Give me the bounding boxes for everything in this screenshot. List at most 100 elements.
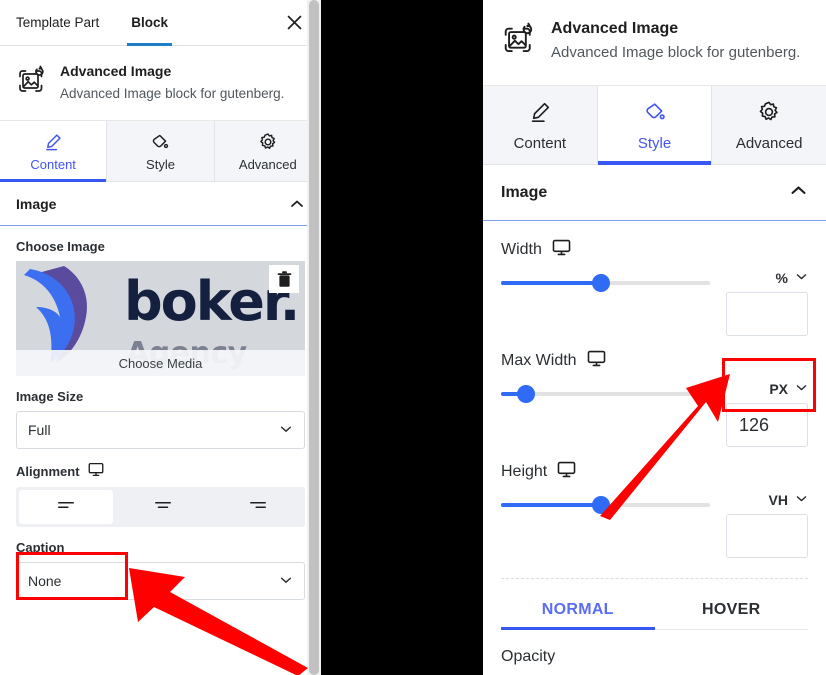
max-width-label-text: Max Width (501, 352, 577, 369)
height-input[interactable] (726, 514, 808, 558)
height-unit-select[interactable]: VH (726, 492, 808, 508)
max-width-slider[interactable] (501, 385, 710, 403)
pencil-icon (528, 100, 552, 128)
slider-thumb[interactable] (517, 385, 536, 403)
image-thumbnail[interactable]: boker. Agency Choose Media (16, 261, 305, 376)
advanced-image-icon (499, 18, 537, 65)
slider-fill (501, 503, 602, 507)
tab-content[interactable]: Content (0, 121, 108, 182)
image-size-select[interactable]: Full (16, 411, 305, 449)
image-size-value: Full (28, 422, 51, 438)
chevron-down-icon (279, 573, 293, 590)
height-label-text: Height (501, 463, 548, 480)
max-width-unit-column: PX 126 (726, 381, 808, 447)
tab-block[interactable]: Block (115, 0, 184, 46)
tab-content-label: Content (513, 135, 567, 152)
height-label: Height (501, 461, 808, 483)
chevron-up-icon[interactable] (289, 196, 305, 212)
align-right-icon (249, 498, 267, 517)
settings-tab-group: Content Style Advanced (483, 86, 826, 165)
max-width-input[interactable]: 126 (726, 403, 808, 447)
align-center-icon (154, 498, 172, 517)
tab-template-part[interactable]: Template Part (0, 0, 115, 45)
align-left-icon (57, 498, 75, 517)
tab-style-label: Style (637, 135, 672, 152)
alignment-button-group (16, 487, 305, 527)
opacity-label-text: Opacity (501, 648, 556, 665)
height-slider[interactable] (501, 496, 710, 514)
trash-icon[interactable] (269, 265, 299, 293)
height-control-body: VH (501, 492, 808, 558)
align-right-button[interactable] (211, 487, 305, 527)
caption-value: None (28, 573, 62, 589)
max-width-control-body: PX 126 (501, 381, 808, 447)
tab-advanced[interactable]: Advanced (712, 86, 826, 164)
opacity-label: Opacity (501, 648, 808, 666)
max-width-unit-value: PX (769, 381, 788, 397)
width-control-body: % (501, 270, 808, 336)
tab-hover[interactable]: HOVER (655, 601, 809, 629)
left-inspector-panel: Template Part Block Advanced Image Advan… (0, 0, 321, 675)
tab-style[interactable]: Style (107, 121, 215, 181)
chevron-down-icon (279, 422, 293, 439)
desktop-icon[interactable] (88, 462, 104, 480)
image-section-header[interactable]: Image (483, 165, 826, 221)
tab-advanced-label: Advanced (735, 135, 803, 152)
chevron-down-icon (795, 492, 808, 508)
max-width-label: Max Width (501, 350, 808, 372)
left-panel-scrollbar[interactable] (307, 0, 321, 675)
block-info-card: Advanced Image Advanced Image block for … (0, 46, 321, 121)
alignment-label: Alignment (16, 462, 305, 480)
tab-normal[interactable]: NORMAL (501, 601, 655, 630)
tab-normal-label: NORMAL (541, 601, 614, 618)
gear-icon (258, 132, 278, 152)
desktop-icon[interactable] (557, 461, 576, 483)
settings-tab-group: Content Style Advanced (0, 121, 321, 182)
gear-icon (757, 100, 781, 128)
align-left-button[interactable] (19, 490, 114, 524)
image-section-title: Image (501, 184, 548, 201)
alignment-label-text: Alignment (16, 463, 80, 479)
block-description: Advanced Image block for gutenberg. (551, 44, 801, 61)
paint-drop-icon (643, 100, 667, 128)
tab-advanced[interactable]: Advanced (214, 121, 321, 181)
align-center-button[interactable] (116, 487, 210, 527)
slider-thumb[interactable] (592, 274, 611, 292)
block-title: Advanced Image (551, 20, 679, 37)
block-info-text: Advanced Image Advanced Image block for … (60, 62, 305, 104)
image-section-header[interactable]: Image (0, 182, 321, 226)
choose-media-button[interactable]: Choose Media (16, 350, 305, 376)
tab-advanced-label: Advanced (238, 157, 297, 172)
desktop-icon[interactable] (587, 350, 606, 372)
tab-hover-label: HOVER (702, 601, 761, 618)
slider-thumb[interactable] (592, 496, 611, 514)
choose-image-label: Choose Image (16, 239, 105, 254)
block-description: Advanced Image block for gutenberg. (60, 86, 285, 101)
slider-fill (501, 281, 602, 285)
width-input[interactable] (726, 292, 808, 336)
max-width-unit-select[interactable]: PX (726, 381, 808, 397)
block-info-card: Advanced Image Advanced Image block for … (483, 0, 826, 86)
tab-content[interactable]: Content (483, 86, 598, 164)
choose-image-field: Choose Image boker. Agency Choose Media (0, 239, 321, 376)
screenshot-stage: Template Part Block Advanced Image Advan… (0, 0, 826, 675)
tab-style[interactable]: Style (597, 86, 713, 165)
desktop-icon[interactable] (552, 239, 571, 261)
caption-select[interactable]: None (16, 562, 305, 600)
height-unit-column: VH (726, 492, 808, 558)
inspector-tabbar: Template Part Block (0, 0, 321, 46)
close-icon[interactable] (277, 6, 311, 40)
paint-drop-icon (150, 132, 170, 152)
chevron-down-icon (795, 381, 808, 397)
scrollbar-thumb[interactable] (309, 0, 319, 675)
width-label-text: Width (501, 241, 542, 258)
advanced-image-icon (14, 62, 48, 104)
caption-field: Caption None (0, 540, 321, 600)
width-slider[interactable] (501, 274, 710, 292)
chevron-up-icon[interactable] (789, 181, 808, 205)
width-unit-select[interactable]: % (726, 270, 808, 286)
chevron-down-icon (795, 270, 808, 286)
state-tab-group: NORMAL HOVER (501, 601, 808, 630)
block-title: Advanced Image (60, 63, 172, 79)
tab-content-label: Content (30, 157, 76, 172)
